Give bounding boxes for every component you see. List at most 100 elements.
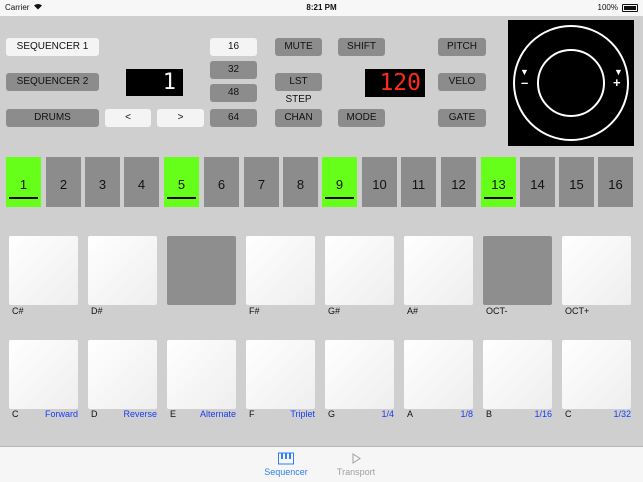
step-label: 13 [491, 177, 506, 192]
bottom-pad-mode-label: 1/8 [460, 409, 473, 419]
length-64-button[interactable]: 64 [210, 109, 257, 127]
top-pad-note-label: C# [12, 306, 24, 316]
bottom-pad-1[interactable] [9, 340, 78, 409]
length-48-button[interactable]: 48 [210, 84, 257, 102]
bottom-pad-7[interactable] [483, 340, 552, 409]
joystick-inner-ring [537, 49, 605, 117]
step-indicator [167, 197, 196, 199]
top-pad-note-label: F# [249, 306, 260, 316]
step-button-9[interactable]: 9 [322, 157, 357, 207]
step-button-11[interactable]: 11 [401, 157, 436, 207]
tab-sequencer[interactable]: Sequencer [246, 447, 326, 482]
top-pad-note-label: OCT- [486, 306, 508, 316]
top-pad-7[interactable] [483, 236, 552, 305]
gate-button[interactable]: GATE [438, 109, 486, 127]
step-indicator [325, 197, 354, 199]
bottom-pad-mode-label: Reverse [123, 409, 157, 419]
prev-button[interactable]: < [105, 109, 151, 127]
joystick-pad[interactable]: ▼ – ▼ + [508, 20, 634, 146]
step-label: 14 [530, 177, 545, 192]
bottom-pad-3[interactable] [167, 340, 236, 409]
bottom-pad-mode-label: 1/16 [534, 409, 552, 419]
top-pad-2[interactable] [88, 236, 157, 305]
drums-button[interactable]: DRUMS [6, 109, 99, 127]
channel-button[interactable]: CHAN [275, 109, 322, 127]
keyboard-icon [278, 452, 294, 465]
step-label: 12 [451, 177, 466, 192]
step-label: 10 [372, 177, 387, 192]
step-label: 1 [19, 177, 28, 192]
step-button-14[interactable]: 14 [520, 157, 555, 207]
step-button-12[interactable]: 12 [441, 157, 476, 207]
step-button-1[interactable]: 1 [6, 157, 41, 207]
next-button[interactable]: > [157, 109, 204, 127]
step-label: 5 [177, 177, 186, 192]
bottom-pad-4[interactable] [246, 340, 315, 409]
tab-bar: Sequencer Transport [0, 446, 643, 482]
step-button-5[interactable]: 5 [164, 157, 199, 207]
step-button-3[interactable]: 3 [85, 157, 120, 207]
step-label: 4 [137, 177, 146, 192]
minus-icon: – [521, 75, 529, 90]
top-pad-6[interactable] [404, 236, 473, 305]
tempo-display: 120 [365, 69, 425, 97]
tab-transport[interactable]: Transport [316, 447, 396, 482]
bottom-pad-mode-label: Triplet [290, 409, 315, 419]
last-step-button[interactable]: LST STEP [275, 73, 322, 105]
step-label: 8 [296, 177, 305, 192]
battery-percent: 100% [597, 3, 618, 12]
step-label: 2 [59, 177, 68, 192]
bottom-pad-mode-label: 1/4 [381, 409, 394, 419]
mute-button[interactable]: MUTE [275, 38, 322, 56]
sequencer-1-button[interactable]: SEQUENCER 1 [6, 38, 99, 56]
top-pad-note-label: OCT+ [565, 306, 590, 316]
step-button-6[interactable]: 6 [204, 157, 239, 207]
tab-transport-label: Transport [336, 467, 376, 477]
pitch-button[interactable]: PITCH [438, 38, 486, 56]
length-32-button[interactable]: 32 [210, 61, 257, 79]
top-pad-note-label: G# [328, 306, 341, 316]
tab-sequencer-label: Sequencer [264, 467, 308, 477]
velocity-button[interactable]: VELO [438, 73, 486, 91]
step-label: 11 [411, 177, 426, 192]
top-pad-8[interactable] [562, 236, 631, 305]
play-icon [348, 452, 364, 465]
step-label: 15 [569, 177, 584, 192]
step-label: 16 [608, 177, 623, 192]
step-button-7[interactable]: 7 [244, 157, 279, 207]
step-label: 9 [335, 177, 344, 192]
bottom-pad-mode-label: Alternate [199, 409, 236, 419]
bottom-pad-2[interactable] [88, 340, 157, 409]
bottom-pad-mode-label: 1/32 [613, 409, 631, 419]
step-indicator [9, 197, 38, 199]
mode-button[interactable]: MODE [338, 109, 385, 127]
bottom-pad-8[interactable] [562, 340, 631, 409]
top-pad-1[interactable] [9, 236, 78, 305]
channel-display: 1 [126, 69, 183, 96]
status-time: 8:21 PM [306, 3, 337, 12]
top-pad-5[interactable] [325, 236, 394, 305]
top-pad-4[interactable] [246, 236, 315, 305]
bottom-pad-6[interactable] [404, 340, 473, 409]
bottom-pad-5[interactable] [325, 340, 394, 409]
step-button-10[interactable]: 10 [362, 157, 397, 207]
top-pad-3[interactable] [167, 236, 236, 305]
step-button-15[interactable]: 15 [559, 157, 594, 207]
step-label: 7 [257, 177, 266, 192]
plus-icon: + [613, 75, 621, 90]
bottom-pad-note-label: F [249, 409, 255, 419]
battery-icon [622, 4, 638, 12]
step-button-4[interactable]: 4 [124, 157, 159, 207]
sequencer-screen: SEQUENCER 1 SEQUENCER 2 DRUMS < > 1 16 3… [0, 16, 643, 446]
shift-button[interactable]: SHIFT [338, 38, 385, 56]
step-button-2[interactable]: 2 [46, 157, 81, 207]
step-indicator [484, 197, 513, 199]
step-button-8[interactable]: 8 [283, 157, 318, 207]
status-bar: Carrier 8:21 PM 100% [0, 0, 643, 16]
length-16-button[interactable]: 16 [210, 38, 257, 56]
step-button-13[interactable]: 13 [481, 157, 516, 207]
step-button-16[interactable]: 16 [598, 157, 633, 207]
step-label: 3 [98, 177, 107, 192]
top-pad-note-label: A# [407, 306, 419, 316]
sequencer-2-button[interactable]: SEQUENCER 2 [6, 73, 99, 91]
